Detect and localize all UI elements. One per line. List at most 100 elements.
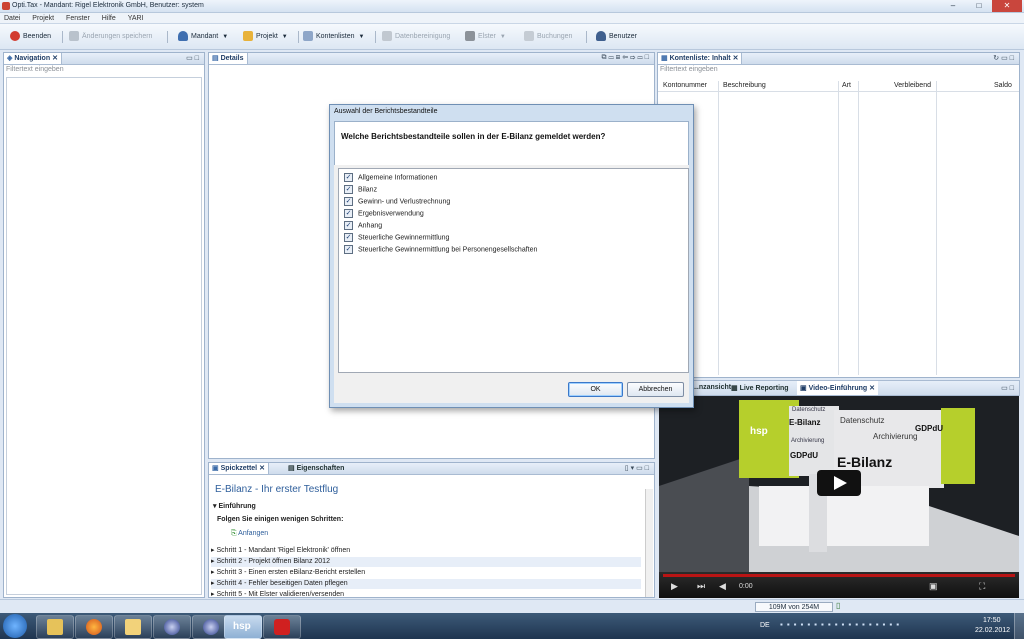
show-desktop-button[interactable]: [1014, 613, 1024, 639]
video-sign-datenschutz-2: Datenschutz: [840, 416, 885, 425]
memory-indicator[interactable]: 109M von 254M: [755, 602, 833, 612]
berichtsbestandteile-dialog: Auswahl der Berichtsbestandteile Welche …: [329, 104, 694, 408]
trash-icon[interactable]: ▯: [836, 601, 840, 610]
cancel-button[interactable]: Abbrechen: [627, 382, 684, 397]
spickzettel-tab-label: Spickzettel: [220, 465, 258, 472]
tab-live-reporting[interactable]: ▦ Live Reporting: [731, 384, 789, 392]
status-bar: 109M von 254M ▯: [0, 599, 1024, 613]
play-icon[interactable]: ▶: [671, 581, 678, 592]
panel-minmax-buttons[interactable]: ▯▾▭□: [625, 464, 651, 472]
checkbox-ergebnisverwendung[interactable]: ✓ Ergebnisverwendung: [344, 209, 424, 218]
chevron-down-icon[interactable]: ▼: [222, 34, 228, 40]
clock-time: 17:50: [983, 617, 1001, 624]
checkbox-allgemeine-informationen[interactable]: ✓ Allgemeine Informationen: [344, 173, 437, 182]
taskbar-eclipse-1[interactable]: [153, 615, 191, 639]
eigenschaften-tab-label: Eigenschaften: [296, 465, 345, 472]
buchungen-button[interactable]: Buchungen: [524, 30, 572, 44]
column-header-saldo[interactable]: Saldo: [994, 82, 1012, 89]
taskbar-explorer[interactable]: [36, 615, 74, 639]
start-label: Anfangen: [238, 530, 269, 537]
checkbox-gewinnermittlung-personengesellschaften[interactable]: ✓ Steuerliche Gewinnermittlung bei Person…: [344, 245, 537, 254]
list-item[interactable]: ▸ Schritt 2 - Projekt öffnen Bilanz 2012: [211, 557, 641, 567]
panel-minmax-buttons[interactable]: ↻▭□: [993, 54, 1016, 62]
beenden-button[interactable]: Beenden: [10, 30, 51, 44]
clock-date: 22.02.2012: [975, 627, 1011, 634]
checkbox-check-icon: ✓: [344, 233, 353, 242]
menu-yari[interactable]: YARI: [128, 13, 144, 24]
checkbox-bilanz[interactable]: ✓ Bilanz: [344, 185, 377, 194]
mandant-button[interactable]: Mandant ▼: [178, 30, 228, 44]
chevron-down-icon[interactable]: ▼: [282, 34, 288, 40]
video-time: 0:00: [739, 583, 753, 590]
tab-spickzettel[interactable]: ▣ Spickzettel ✕: [209, 463, 269, 474]
tab-video-einfuehrung[interactable]: ▣ Video-Einführung ✕: [797, 381, 878, 395]
minimize-button[interactable]: –: [940, 0, 966, 12]
menu-datei[interactable]: Datei: [4, 13, 20, 24]
video-progress-bar[interactable]: [663, 574, 1015, 577]
column-divider: [936, 81, 937, 375]
navigation-tree[interactable]: [6, 77, 202, 595]
list-item[interactable]: ▸ Schritt 1 - Mandant 'Rigel Elektronik'…: [211, 546, 641, 556]
ok-button[interactable]: OK: [568, 382, 623, 397]
tab-details[interactable]: ▤ Details: [209, 53, 248, 64]
menu-fenster[interactable]: Fenster: [66, 13, 90, 24]
kontenlisten-label: Kontenlisten: [316, 33, 355, 40]
chevron-down-icon[interactable]: ▼: [500, 34, 506, 40]
column-header-art[interactable]: Art: [842, 82, 851, 89]
tab-bilanzansicht[interactable]: ...nzansicht: [693, 384, 731, 391]
column-header-kontonummer[interactable]: Kontonummer: [663, 82, 707, 89]
settings-icon[interactable]: ▣: [929, 581, 938, 592]
checkbox-check-icon: ✓: [344, 209, 353, 218]
menu-hilfe[interactable]: Hilfe: [102, 13, 116, 24]
taskbar-hsp[interactable]: hsp: [224, 615, 262, 639]
video-frame: [659, 396, 1019, 572]
taskbar-outlook[interactable]: [114, 615, 152, 639]
step-label: Schritt 2 - Projekt öffnen Bilanz 2012: [216, 558, 330, 565]
volume-icon[interactable]: ◀: [719, 581, 726, 592]
fullscreen-icon[interactable]: ⛶: [979, 581, 985, 592]
datenbereinigung-button[interactable]: Datenbereinigung: [382, 30, 450, 44]
projekt-button[interactable]: Projekt ▼: [243, 30, 288, 44]
tab-eigenschaften[interactable]: ▤ Eigenschaften: [285, 463, 347, 474]
tray-icons[interactable]: ▪▪▪▪▪▪▪▪▪▪▪▪▪▪▪▪▪▪: [780, 620, 903, 629]
benutzer-button[interactable]: Benutzer: [596, 30, 637, 44]
kontenliste-filter-input[interactable]: Filtertext eingeben: [660, 66, 718, 75]
checkbox-anhang[interactable]: ✓ Anhang: [344, 221, 382, 230]
step-label: Schritt 5 - Mit Elster validieren/versen…: [216, 591, 345, 598]
scrollbar[interactable]: [645, 489, 653, 597]
video-player[interactable]: hsp Datenschutz E-Bilanz Archivierung GD…: [659, 396, 1019, 598]
start-button[interactable]: [3, 614, 27, 638]
panel-minmax-buttons[interactable]: ▭□: [1001, 384, 1016, 392]
elster-button[interactable]: Elster ▼: [465, 30, 506, 44]
language-indicator[interactable]: DE: [760, 622, 770, 629]
column-header-beschreibung[interactable]: Beschreibung: [723, 82, 766, 89]
chevron-down-icon[interactable]: ▼: [359, 34, 365, 40]
save-changes-label: Änderungen speichern: [82, 33, 153, 40]
save-changes-button[interactable]: Änderungen speichern: [69, 30, 152, 44]
maximize-button[interactable]: □: [966, 0, 992, 12]
menu-bar: Datei Projekt Fenster Hilfe YARI: [0, 13, 1024, 24]
taskbar-firefox[interactable]: [75, 615, 113, 639]
list-item[interactable]: ▸ Schritt 3 - Einen ersten eBilanz-Beric…: [211, 568, 641, 578]
start-link[interactable]: ⎘ Anfangen: [231, 530, 268, 538]
video-sign-ebilanz-2: E-Bilanz: [837, 454, 893, 470]
section-einfuehrung[interactable]: ▾ Einführung: [213, 502, 256, 510]
checkbox-steuerliche-gewinnermittlung[interactable]: ✓ Steuerliche Gewinnermittlung: [344, 233, 449, 242]
panel-toolbar-icons[interactable]: ⧉▭⊞⇦⇨▭□: [601, 54, 651, 62]
column-header-verbleibend[interactable]: Verbleibend: [894, 82, 931, 89]
note-icon: ▣: [212, 465, 221, 472]
kontenlisten-button[interactable]: Kontenlisten ▼: [303, 30, 364, 44]
tab-kontenliste[interactable]: ▦ Kontenliste: Inhalt ✕: [658, 53, 743, 64]
close-window-button[interactable]: ✕: [992, 0, 1022, 12]
panel-minmax-buttons[interactable]: ▭□: [186, 54, 201, 62]
cheatsheet-subhead: Folgen Sie einigen wenigen Schritten:: [217, 516, 344, 523]
report-parts-list: ✓ Allgemeine Informationen ✓ Bilanz ✓ Gewin…: [338, 168, 689, 373]
tab-navigation[interactable]: ◈ Navigation ✕: [4, 53, 62, 64]
taskbar-optitax[interactable]: [263, 615, 301, 639]
checkbox-guv[interactable]: ✓ Gewinn- und Verlustrechnung: [344, 197, 450, 206]
list-item[interactable]: ▸ Schritt 5 - Mit Elster validieren/vers…: [211, 590, 641, 598]
menu-projekt[interactable]: Projekt: [32, 13, 54, 24]
navigation-filter-input[interactable]: Filtertext eingeben: [6, 66, 64, 75]
list-item[interactable]: ▸ Schritt 4 - Fehler beseitigen Daten pf…: [211, 579, 641, 589]
next-icon[interactable]: ⏭: [697, 581, 705, 592]
